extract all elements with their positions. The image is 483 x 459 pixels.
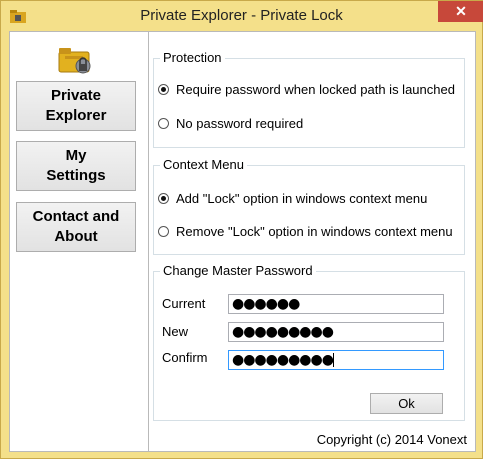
- radio-selected-icon: [158, 83, 169, 95]
- radio-remove-lock[interactable]: Remove "Lock" option in windows context …: [158, 221, 453, 241]
- folder-lock-icon: [58, 48, 91, 74]
- sidebar-item-contact-about[interactable]: Contact and About: [16, 202, 136, 252]
- radio-selected-icon: [158, 192, 169, 204]
- title-bar[interactable]: Private Explorer - Private Lock ✕: [1, 1, 483, 31]
- current-password-field[interactable]: ●●●●●●: [228, 294, 444, 314]
- confirm-password-field[interactable]: ●●●●●●●●●: [228, 350, 444, 370]
- confirm-password-value: ●●●●●●●●●: [232, 352, 334, 368]
- copyright-text: Copyright (c) 2014 Vonext: [316, 432, 467, 447]
- radio-label: Remove "Lock" option in windows context …: [176, 223, 453, 239]
- sidebar-item-my-settings[interactable]: My Settings: [16, 141, 136, 191]
- radio-no-password[interactable]: No password required: [158, 113, 303, 133]
- client-area: Private Explorer My Settings Contact and…: [9, 31, 476, 452]
- master-password-group: Change Master Password Current ●●●●●● Ne…: [153, 263, 465, 421]
- context-menu-group: Context Menu Add "Lock" option in window…: [153, 157, 465, 255]
- radio-unselected-icon: [158, 225, 169, 237]
- settings-panel: Protection Require password when locked …: [149, 32, 475, 451]
- radio-label: Add "Lock" option in windows context men…: [176, 190, 428, 206]
- text-caret: [332, 353, 334, 367]
- radio-require-password[interactable]: Require password when locked path is lau…: [158, 79, 455, 99]
- ok-button[interactable]: Ok: [370, 393, 443, 414]
- sidebar-item-private-explorer[interactable]: Private Explorer: [16, 81, 136, 131]
- current-label: Current: [162, 296, 206, 311]
- sidebar: Private Explorer My Settings Contact and…: [10, 32, 149, 451]
- protection-legend: Protection: [160, 50, 225, 65]
- confirm-label: Confirm: [162, 350, 208, 365]
- close-button[interactable]: ✕: [438, 1, 483, 22]
- new-password-field[interactable]: ●●●●●●●●●: [228, 322, 444, 342]
- app-window: Private Explorer - Private Lock ✕ Privat…: [0, 0, 483, 459]
- new-password-value: ●●●●●●●●●: [232, 324, 334, 340]
- radio-unselected-icon: [158, 117, 169, 129]
- new-label: New: [162, 324, 189, 339]
- window-title: Private Explorer - Private Lock: [140, 7, 343, 24]
- radio-label: No password required: [176, 115, 304, 131]
- radio-label: Require password when locked path is lau…: [176, 81, 455, 97]
- context-menu-legend: Context Menu: [160, 157, 247, 172]
- radio-add-lock[interactable]: Add "Lock" option in windows context men…: [158, 188, 427, 208]
- master-password-legend: Change Master Password: [160, 263, 316, 278]
- close-icon: ✕: [455, 3, 467, 19]
- protection-group: Protection Require password when locked …: [153, 50, 465, 148]
- current-password-value: ●●●●●●: [232, 296, 300, 312]
